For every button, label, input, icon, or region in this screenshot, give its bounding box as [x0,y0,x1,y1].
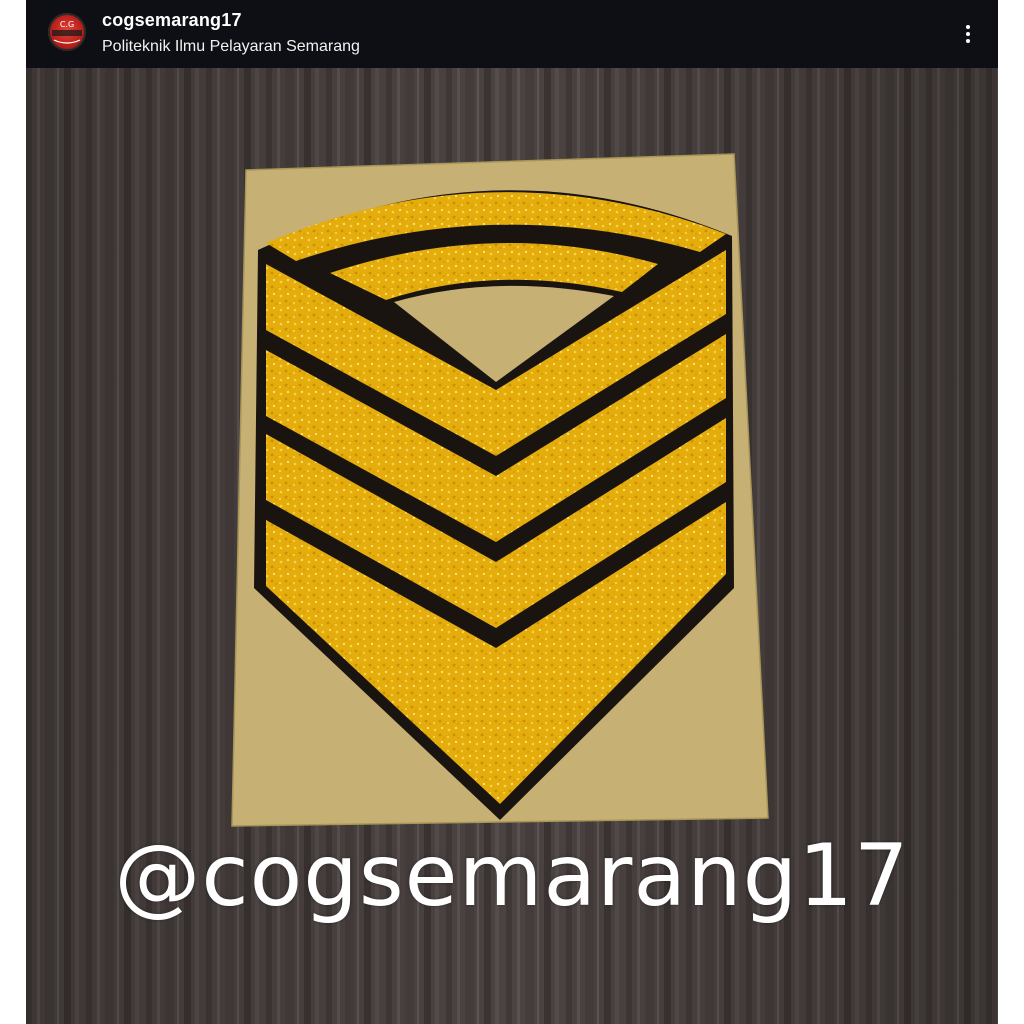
location-link[interactable]: Politeknik Ilmu Pelayaran Semarang [102,38,360,56]
post-frame: C.G cogsemarang17 Politeknik Ilmu Pelaya… [26,0,998,1024]
more-vertical-icon[interactable] [952,18,984,50]
post-header: C.G cogsemarang17 Politeknik Ilmu Pelaya… [26,0,998,68]
post-photo: @cogsemarang17 [26,68,998,1024]
svg-text:C.G: C.G [60,20,74,29]
avatar[interactable]: C.G [48,13,86,51]
username[interactable]: cogsemarang17 [102,10,242,31]
watermark-text: @cogsemarang17 [114,826,910,926]
